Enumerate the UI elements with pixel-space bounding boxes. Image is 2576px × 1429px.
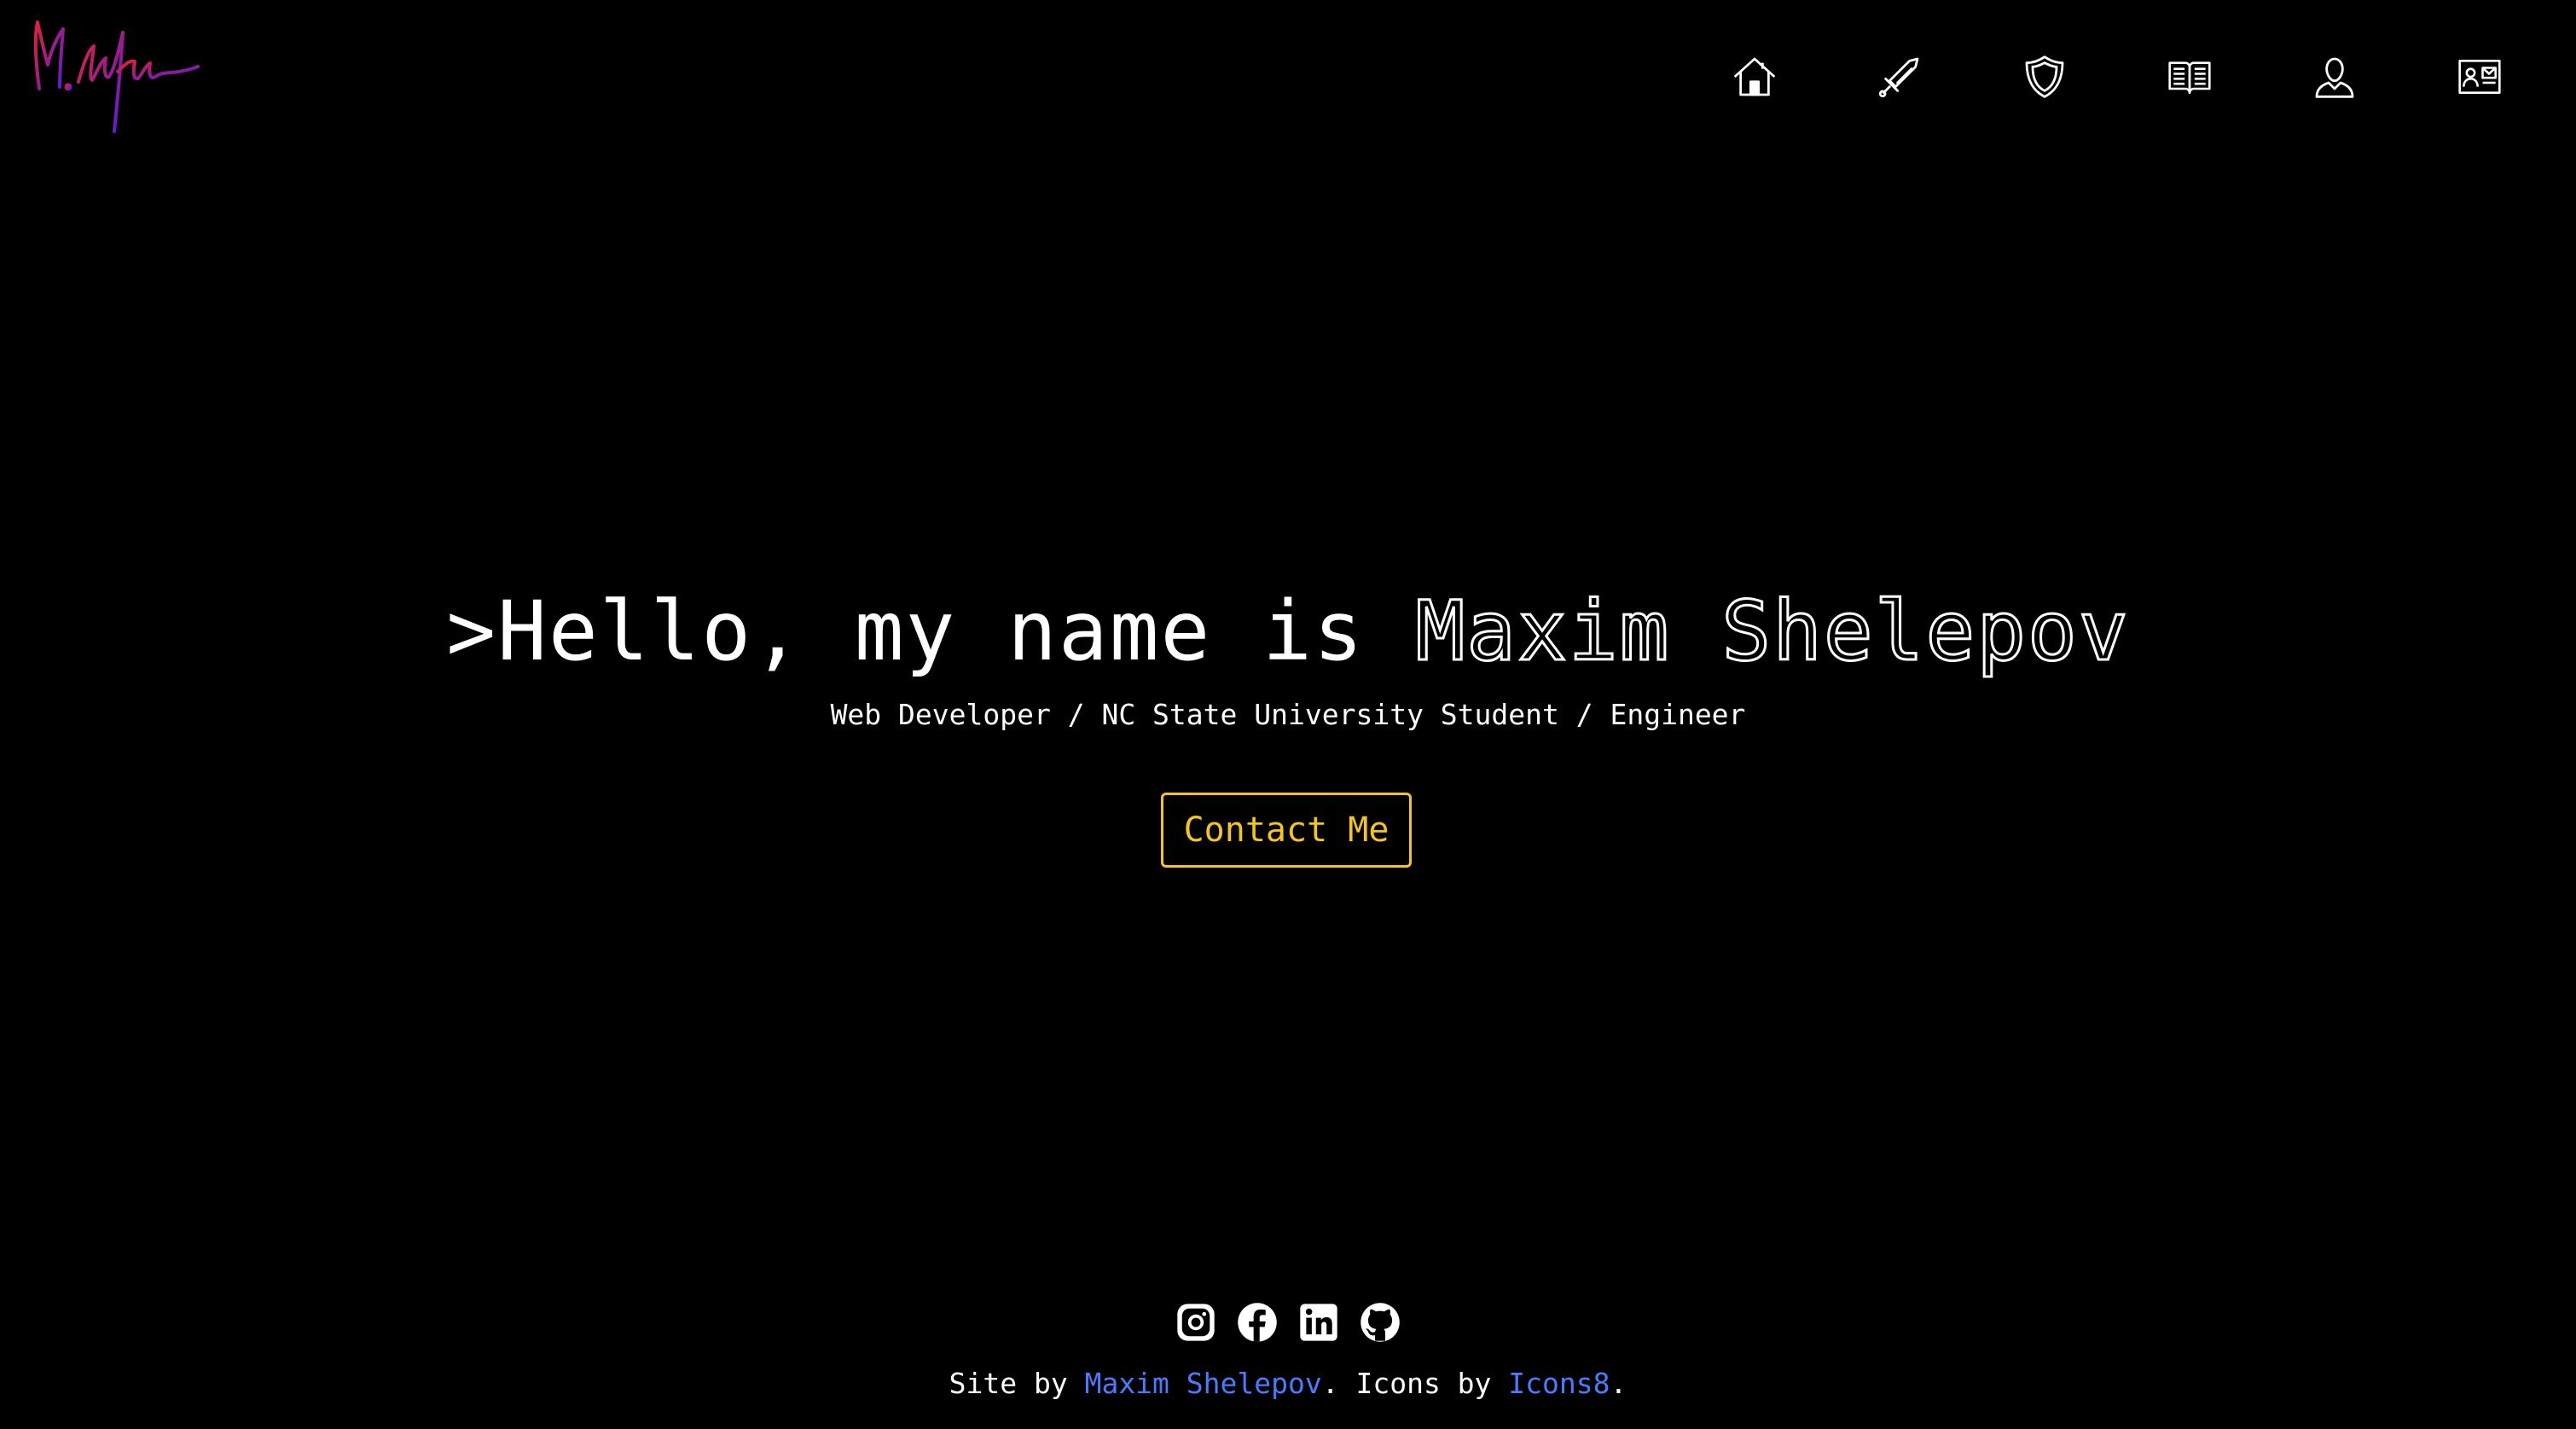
book-icon (2168, 61, 2211, 94)
home-icon (1733, 57, 1776, 96)
nav-security[interactable] (2016, 48, 2074, 106)
footer-site-by: Site by (949, 1367, 1085, 1400)
contact-card-icon (2458, 60, 2501, 94)
footer-credits: Site by Maxim Shelepov. Icons by Icons8. (0, 1365, 2576, 1403)
nav-contact[interactable] (2451, 48, 2509, 106)
facebook-icon (1238, 1303, 1277, 1342)
sword-icon (1878, 57, 1919, 98)
user-icon (2315, 57, 2354, 98)
facebook-link[interactable] (1233, 1298, 1281, 1346)
footer-icons-by: . Icons by (1321, 1367, 1509, 1400)
nav-skills[interactable] (1871, 48, 1929, 106)
footer-period: . (1610, 1367, 1627, 1400)
github-icon (1361, 1303, 1400, 1342)
shield-icon (2025, 55, 2064, 98)
linkedin-icon (1300, 1304, 1337, 1341)
instagram-link[interactable] (1172, 1298, 1220, 1346)
icons8-link[interactable]: Icons8 (1508, 1367, 1610, 1400)
nav-about[interactable] (2306, 48, 2364, 106)
linkedin-link[interactable] (1295, 1298, 1343, 1346)
instagram-icon (1177, 1304, 1215, 1341)
nav-resume[interactable] (2161, 48, 2219, 106)
hero-title: >Hello, my name is Maxim Shelepov (0, 580, 2576, 683)
nav-home[interactable] (1726, 48, 1784, 106)
hero-greeting: >Hello, my name is (446, 584, 1416, 679)
hero-subtitle: Web Developer / NC State University Stud… (830, 698, 1746, 731)
author-link[interactable]: Maxim Shelepov (1085, 1367, 1322, 1400)
hero-name: Maxim Shelepov (1414, 583, 2130, 681)
main-nav (0, 48, 2576, 106)
contact-me-button[interactable]: Contact Me (1161, 793, 1412, 868)
github-link[interactable] (1356, 1298, 1404, 1346)
social-links (0, 1298, 2576, 1346)
page: >Hello, my name is Maxim Shelepov Web De… (0, 0, 2576, 1429)
